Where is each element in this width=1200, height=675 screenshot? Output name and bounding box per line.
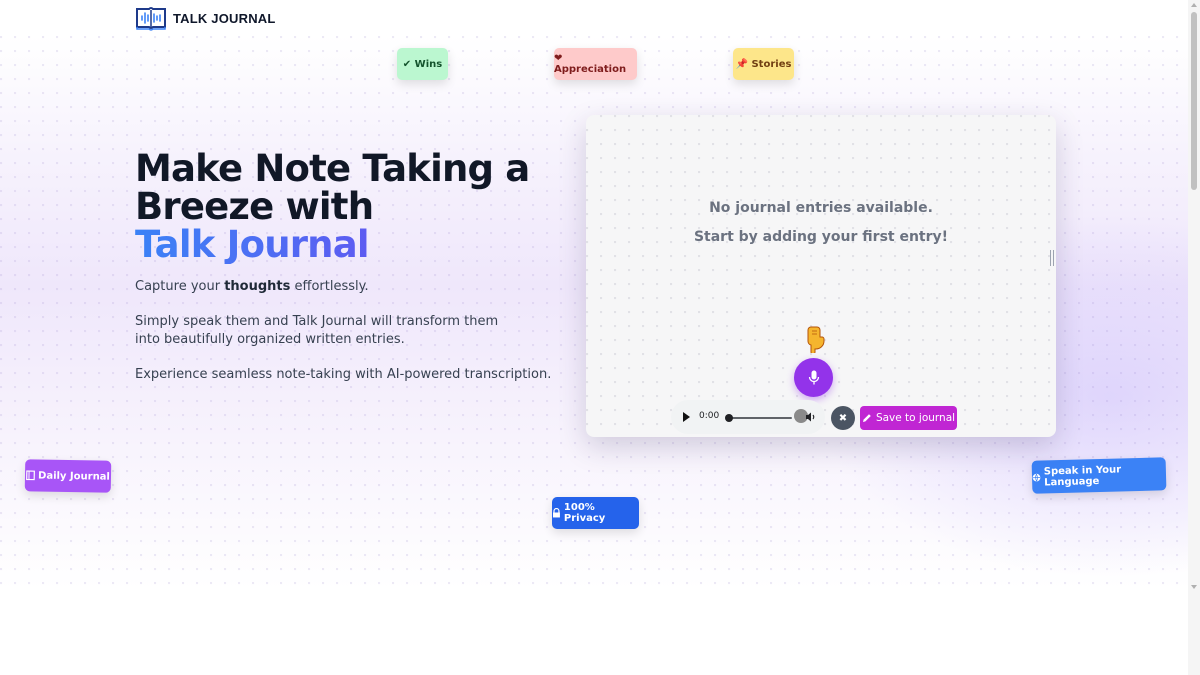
top-header: TALK JOURNAL [0,0,1188,36]
tag-stories: 📌 Stories [733,48,794,80]
headline-brand: Talk Journal [135,226,575,264]
logo[interactable]: TALK JOURNAL [135,4,276,32]
tag-speak-language: Speak in Your Language [1031,457,1167,494]
resize-handle[interactable] [1050,250,1054,266]
headline-line-2: Breeze with [135,185,374,228]
lock-icon [552,508,560,518]
save-to-journal-button[interactable]: Save to journal [860,406,957,430]
save-to-journal-label: Save to journal [875,412,956,424]
microphone-icon [808,370,819,384]
audio-seek-bar[interactable] [728,417,792,419]
book-soundwave-icon [136,7,166,31]
intro-suffix: effortlessly. [290,279,369,294]
tag-daily-journal: Daily Journal [24,459,112,493]
globe-icon [1032,473,1041,481]
tag-wins: ✔ Wins [397,48,448,80]
page-scrollbar[interactable] [1188,0,1200,675]
pointing-down-hand-icon [807,326,825,353]
hero-intro: Capture your thoughts effortlessly. [135,278,555,296]
tag-appreciation: ❤ Appreciation [554,48,637,80]
headline-line-1: Make Note Taking a [135,147,530,190]
journal-card: No journal entries available. Start by a… [586,115,1056,437]
tag-daily-journal-label: Daily Journal [37,469,111,483]
play-icon[interactable] [683,412,690,422]
empty-state-title: No journal entries available. [709,200,933,216]
discard-recording-button[interactable]: ✖ [831,406,855,430]
scroll-down-arrow-icon[interactable] [1191,585,1197,589]
audio-seek-knob[interactable] [725,414,733,422]
journal-icon [26,470,36,481]
audio-player: 0:00 [671,400,825,434]
hero-paragraph-2: Simply speak them and Talk Journal will … [135,314,499,347]
scrollbar-thumb[interactable] [1191,12,1197,190]
record-mic-button[interactable] [794,358,833,397]
scroll-up-arrow-icon[interactable] [1191,3,1197,7]
tag-privacy: 100% Privacy [552,497,639,529]
intro-bold: thoughts [224,279,291,294]
logo-text: TALK JOURNAL [173,10,276,26]
audio-time: 0:00 [699,411,720,421]
tag-privacy-label: 100% Privacy [563,502,606,524]
volume-icon[interactable] [805,411,817,423]
tag-speak-language-label: Speak in Your Language [1043,463,1122,488]
pencil-icon [862,414,871,422]
empty-state-subtitle: Start by adding your first entry! [693,229,949,245]
hero-headline: Make Note Taking a Breeze with Talk Jour… [135,150,575,264]
hero-paragraph-3: Experience seamless note-taking with AI-… [135,367,552,382]
intro-prefix: Capture your [135,279,225,294]
